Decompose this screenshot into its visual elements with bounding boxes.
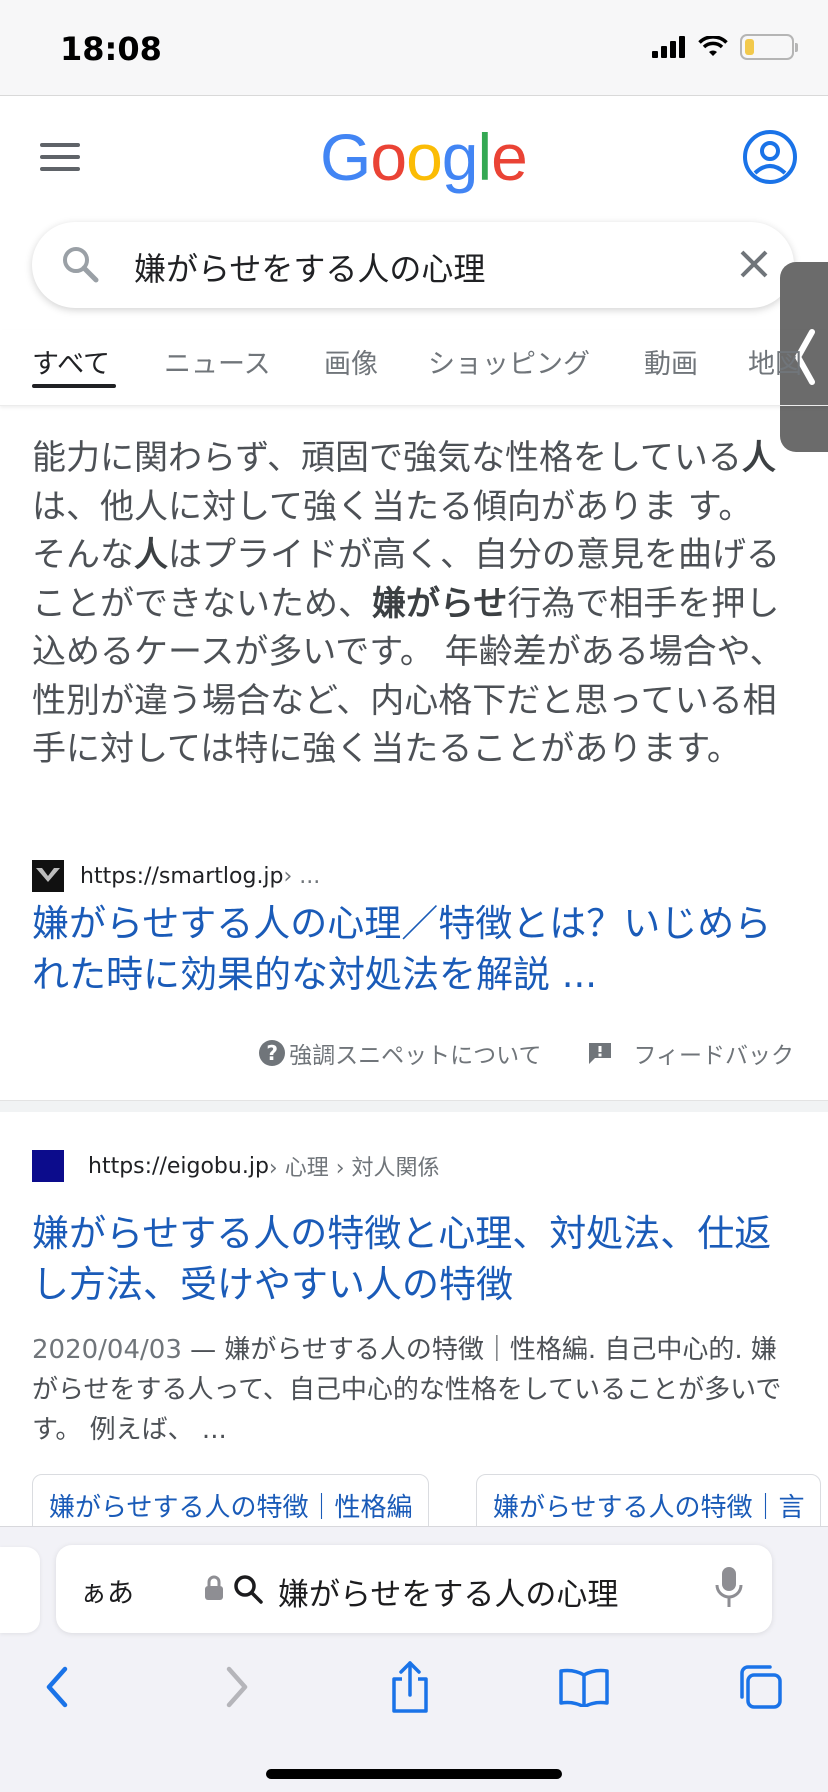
- snippet-source[interactable]: https://smartlog.jp › ...: [32, 860, 320, 892]
- logo-letter: G: [320, 120, 371, 194]
- safari-bottom-bar: ぁあ 嫌がらせをする人の心理: [0, 1526, 828, 1792]
- search-icon: [63, 247, 99, 283]
- tab-shopping[interactable]: ショッピング: [428, 342, 590, 381]
- snippet-source-crumb: › ...: [283, 863, 321, 889]
- snippet-footer: ? 強調スニペットについて フィードバック: [259, 1036, 794, 1070]
- battery-fill: [745, 39, 754, 55]
- search-tabs: すべて ニュース 画像 ショッピング 動画 地図: [0, 330, 828, 406]
- address-text: 嫌がらせをする人の心理: [278, 1577, 619, 1613]
- chevron-right-icon: [226, 1666, 248, 1708]
- eigobu-favicon: [32, 1150, 64, 1182]
- battery-icon: [740, 34, 798, 60]
- featured-snippet-text: 能力に関わらず、頑固で強気な性格をしている人は、他人に対して強く当たる傾向があり…: [32, 434, 796, 774]
- chevron-left-icon: [46, 1666, 68, 1708]
- logo-letter: o: [406, 120, 443, 194]
- forward-button[interactable]: [204, 1655, 268, 1719]
- result-source-url: https://eigobu.jp: [88, 1153, 269, 1179]
- feedback-icon[interactable]: [587, 1041, 613, 1065]
- logo-letter: o: [370, 120, 407, 194]
- snippet-result-title[interactable]: 嫌がらせする人の心理／特徴とは？いじめられた時に効果的な対処法を解説 ...: [32, 898, 802, 1000]
- reader-options-button[interactable]: ぁあ: [80, 1571, 134, 1610]
- result-source[interactable]: https://eigobu.jp › 心理 › 対人関係: [32, 1150, 440, 1182]
- logo-letter: g: [441, 120, 479, 194]
- result-source-crumb: › 心理 › 対人関係: [268, 1156, 440, 1181]
- logo-letter: e: [491, 120, 528, 194]
- google-header: Google: [0, 97, 828, 217]
- result-title[interactable]: 嫌がらせする人の特徴と心理、対処法、仕返し方法、受けやすい人の特徴: [32, 1208, 802, 1310]
- cellular-signal-icon: [652, 36, 685, 58]
- snippet-highlight: 嫌がらせ: [372, 583, 508, 624]
- snippet-highlight: 人: [134, 535, 168, 575]
- search-icon: [234, 1575, 263, 1604]
- active-tab-indicator: [32, 384, 116, 388]
- snippet-segment: 能力に関わらず、頑固で強気な性格をしている: [32, 438, 742, 478]
- sitelink-chip[interactable]: 嫌がらせする人の特徴｜性格編: [32, 1474, 430, 1534]
- microphone-icon[interactable]: [714, 1565, 744, 1611]
- account-avatar-icon[interactable]: [742, 129, 798, 185]
- snippet-source-url: https://smartlog.jp: [80, 863, 284, 889]
- sitelink-chip[interactable]: 嫌がらせする人の特徴｜言: [476, 1474, 822, 1534]
- feedback-link[interactable]: フィードバック: [633, 1036, 794, 1070]
- section-divider: [0, 1100, 828, 1112]
- help-icon[interactable]: ?: [259, 1040, 286, 1066]
- tab-all[interactable]: すべて: [32, 342, 110, 381]
- tabs-icon: [740, 1665, 782, 1709]
- tab-news[interactable]: ニュース: [164, 342, 271, 381]
- result-description: 2020/04/03 — 嫌がらせする人の特徴｜性格編. 自己中心的. 嫌がらせ…: [32, 1330, 802, 1450]
- google-logo[interactable]: Google: [320, 119, 528, 195]
- share-icon: [392, 1661, 428, 1713]
- tabs-button[interactable]: [728, 1655, 792, 1719]
- status-icons: [652, 34, 798, 60]
- back-button[interactable]: [26, 1655, 90, 1719]
- home-indicator: [266, 1769, 562, 1779]
- bookmarks-button[interactable]: [552, 1655, 616, 1719]
- result-date: 2020/04/03: [32, 1335, 182, 1365]
- about-snippet-link[interactable]: 強調スニペットについて: [289, 1036, 541, 1070]
- hamburger-menu-icon[interactable]: [40, 143, 80, 171]
- search-box[interactable]: 嫌がらせをする人の心理: [32, 222, 794, 308]
- status-bar: 18:08: [0, 0, 828, 96]
- share-button[interactable]: [378, 1655, 442, 1719]
- snippet-highlight: 人: [741, 438, 776, 478]
- logo-letter: l: [477, 120, 493, 194]
- tab-maps[interactable]: 地図: [748, 342, 802, 381]
- wifi-icon: [698, 36, 728, 56]
- clear-search-icon[interactable]: [736, 246, 772, 282]
- address-bar[interactable]: ぁあ 嫌がらせをする人の心理: [56, 1545, 772, 1633]
- lock-icon: [205, 1575, 223, 1600]
- tab-images[interactable]: 画像: [324, 342, 378, 381]
- status-time: 18:08: [60, 30, 162, 68]
- smartlog-favicon: [32, 860, 64, 892]
- search-input[interactable]: 嫌がらせをする人の心理: [134, 244, 485, 290]
- sitelink-chips: 嫌がらせする人の特徴｜性格編 嫌がらせする人の特徴｜言: [32, 1474, 828, 1534]
- book-icon: [559, 1668, 609, 1707]
- tab-videos[interactable]: 動画: [644, 342, 698, 381]
- previous-tab-preview[interactable]: [0, 1547, 40, 1633]
